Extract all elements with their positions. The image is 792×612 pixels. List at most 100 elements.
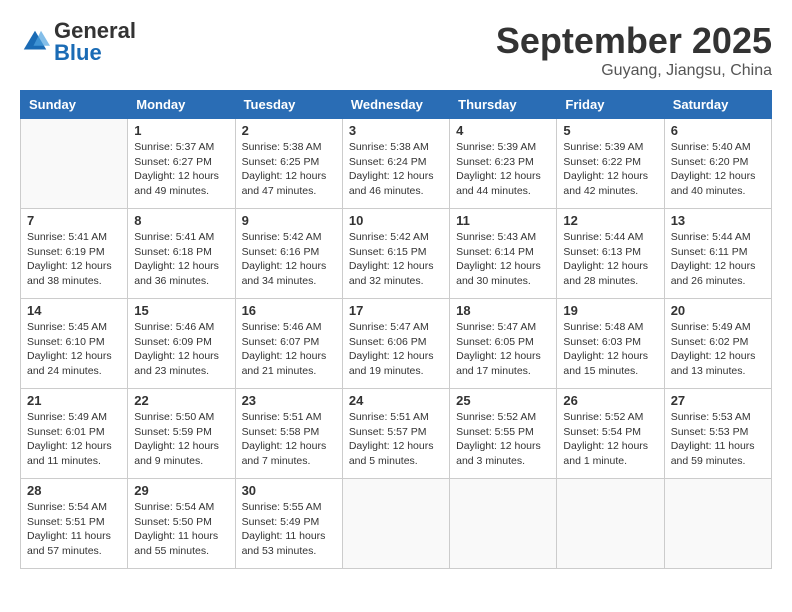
calendar-cell: 10 Sunrise: 5:42 AM Sunset: 6:15 PM Dayli…	[342, 209, 449, 299]
calendar-cell: 3 Sunrise: 5:38 AM Sunset: 6:24 PM Daylig…	[342, 119, 449, 209]
day-info: Sunrise: 5:52 AM Sunset: 5:54 PM Dayligh…	[563, 410, 657, 469]
day-number: 30	[242, 483, 336, 498]
day-header-tuesday: Tuesday	[235, 91, 342, 119]
calendar-cell: 13 Sunrise: 5:44 AM Sunset: 6:11 PM Dayli…	[664, 209, 771, 299]
day-info: Sunrise: 5:44 AM Sunset: 6:11 PM Dayligh…	[671, 230, 765, 289]
calendar-cell: 20 Sunrise: 5:49 AM Sunset: 6:02 PM Dayli…	[664, 299, 771, 389]
day-header-wednesday: Wednesday	[342, 91, 449, 119]
day-info: Sunrise: 5:41 AM Sunset: 6:19 PM Dayligh…	[27, 230, 121, 289]
day-info: Sunrise: 5:50 AM Sunset: 5:59 PM Dayligh…	[134, 410, 228, 469]
day-info: Sunrise: 5:55 AM Sunset: 5:49 PM Dayligh…	[242, 500, 336, 559]
day-info: Sunrise: 5:51 AM Sunset: 5:57 PM Dayligh…	[349, 410, 443, 469]
day-info: Sunrise: 5:46 AM Sunset: 6:09 PM Dayligh…	[134, 320, 228, 379]
day-info: Sunrise: 5:49 AM Sunset: 6:02 PM Dayligh…	[671, 320, 765, 379]
day-number: 12	[563, 213, 657, 228]
day-header-monday: Monday	[128, 91, 235, 119]
day-info: Sunrise: 5:42 AM Sunset: 6:15 PM Dayligh…	[349, 230, 443, 289]
day-header-friday: Friday	[557, 91, 664, 119]
day-info: Sunrise: 5:53 AM Sunset: 5:53 PM Dayligh…	[671, 410, 765, 469]
calendar-cell: 14 Sunrise: 5:45 AM Sunset: 6:10 PM Dayli…	[21, 299, 128, 389]
day-number: 19	[563, 303, 657, 318]
day-header-thursday: Thursday	[450, 91, 557, 119]
calendar-cell: 6Sunrise: 5:40 AM Sunset: 6:20 PM Daylig…	[664, 119, 771, 209]
day-info: Sunrise: 5:48 AM Sunset: 6:03 PM Dayligh…	[563, 320, 657, 379]
calendar-cell: 25 Sunrise: 5:52 AM Sunset: 5:55 PM Dayli…	[450, 389, 557, 479]
day-number: 9	[242, 213, 336, 228]
calendar-cell: 9 Sunrise: 5:42 AM Sunset: 6:16 PM Daylig…	[235, 209, 342, 299]
calendar-cell: 18Sunrise: 5:47 AM Sunset: 6:05 PM Dayli…	[450, 299, 557, 389]
calendar-cell: 15 Sunrise: 5:46 AM Sunset: 6:09 PM Dayli…	[128, 299, 235, 389]
calendar-cell: 27 Sunrise: 5:53 AM Sunset: 5:53 PM Dayli…	[664, 389, 771, 479]
day-number: 28	[27, 483, 121, 498]
calendar-cell: 28 Sunrise: 5:54 AM Sunset: 5:51 PM Dayli…	[21, 479, 128, 569]
day-number: 18	[456, 303, 550, 318]
calendar-cell: 24 Sunrise: 5:51 AM Sunset: 5:57 PM Dayli…	[342, 389, 449, 479]
day-number: 20	[671, 303, 765, 318]
calendar-cell: 16 Sunrise: 5:46 AM Sunset: 6:07 PM Dayli…	[235, 299, 342, 389]
day-info: Sunrise: 5:38 AM Sunset: 6:25 PM Dayligh…	[242, 140, 336, 199]
page-header: General Blue September 2025 Guyang, Jian…	[20, 20, 772, 80]
day-number: 11	[456, 213, 550, 228]
day-number: 25	[456, 393, 550, 408]
month-title: September 2025	[496, 20, 772, 62]
day-info: Sunrise: 5:46 AM Sunset: 6:07 PM Dayligh…	[242, 320, 336, 379]
logo: General Blue	[20, 20, 136, 64]
day-info: Sunrise: 5:49 AM Sunset: 6:01 PM Dayligh…	[27, 410, 121, 469]
calendar-cell	[557, 479, 664, 569]
day-number: 15	[134, 303, 228, 318]
calendar-cell: 8 Sunrise: 5:41 AM Sunset: 6:18 PM Daylig…	[128, 209, 235, 299]
day-info: Sunrise: 5:51 AM Sunset: 5:58 PM Dayligh…	[242, 410, 336, 469]
day-number: 4	[456, 123, 550, 138]
calendar-week-1: 1Sunrise: 5:37 AM Sunset: 6:27 PM Daylig…	[21, 119, 772, 209]
day-info: Sunrise: 5:40 AM Sunset: 6:20 PM Dayligh…	[671, 140, 765, 199]
calendar-cell: 26 Sunrise: 5:52 AM Sunset: 5:54 PM Dayli…	[557, 389, 664, 479]
day-info: Sunrise: 5:41 AM Sunset: 6:18 PM Dayligh…	[134, 230, 228, 289]
calendar-cell	[342, 479, 449, 569]
calendar-cell: 29Sunrise: 5:54 AM Sunset: 5:50 PM Dayli…	[128, 479, 235, 569]
calendar-week-4: 21Sunrise: 5:49 AM Sunset: 6:01 PM Dayli…	[21, 389, 772, 479]
logo-icon	[20, 27, 50, 57]
day-number: 14	[27, 303, 121, 318]
calendar-cell	[21, 119, 128, 209]
day-info: Sunrise: 5:39 AM Sunset: 6:22 PM Dayligh…	[563, 140, 657, 199]
calendar-cell: 5 Sunrise: 5:39 AM Sunset: 6:22 PM Daylig…	[557, 119, 664, 209]
calendar-cell: 12 Sunrise: 5:44 AM Sunset: 6:13 PM Dayli…	[557, 209, 664, 299]
day-number: 7	[27, 213, 121, 228]
calendar-cell	[664, 479, 771, 569]
calendar-cell: 17 Sunrise: 5:47 AM Sunset: 6:06 PM Dayli…	[342, 299, 449, 389]
day-info: Sunrise: 5:44 AM Sunset: 6:13 PM Dayligh…	[563, 230, 657, 289]
calendar-table: SundayMondayTuesdayWednesdayThursdayFrid…	[20, 90, 772, 569]
day-number: 13	[671, 213, 765, 228]
day-number: 17	[349, 303, 443, 318]
day-number: 3	[349, 123, 443, 138]
day-info: Sunrise: 5:52 AM Sunset: 5:55 PM Dayligh…	[456, 410, 550, 469]
calendar-week-5: 28 Sunrise: 5:54 AM Sunset: 5:51 PM Dayli…	[21, 479, 772, 569]
title-block: September 2025 Guyang, Jiangsu, China	[496, 20, 772, 80]
calendar-cell: 21Sunrise: 5:49 AM Sunset: 6:01 PM Dayli…	[21, 389, 128, 479]
day-info: Sunrise: 5:42 AM Sunset: 6:16 PM Dayligh…	[242, 230, 336, 289]
calendar-cell	[450, 479, 557, 569]
day-info: Sunrise: 5:39 AM Sunset: 6:23 PM Dayligh…	[456, 140, 550, 199]
calendar-cell: 1Sunrise: 5:37 AM Sunset: 6:27 PM Daylig…	[128, 119, 235, 209]
day-header-sunday: Sunday	[21, 91, 128, 119]
day-info: Sunrise: 5:38 AM Sunset: 6:24 PM Dayligh…	[349, 140, 443, 199]
logo-blue-text: Blue	[54, 40, 102, 65]
day-number: 16	[242, 303, 336, 318]
calendar-cell: 30 Sunrise: 5:55 AM Sunset: 5:49 PM Dayli…	[235, 479, 342, 569]
day-info: Sunrise: 5:54 AM Sunset: 5:51 PM Dayligh…	[27, 500, 121, 559]
day-info: Sunrise: 5:45 AM Sunset: 6:10 PM Dayligh…	[27, 320, 121, 379]
day-number: 2	[242, 123, 336, 138]
calendar-cell: 4 Sunrise: 5:39 AM Sunset: 6:23 PM Daylig…	[450, 119, 557, 209]
day-number: 5	[563, 123, 657, 138]
day-info: Sunrise: 5:43 AM Sunset: 6:14 PM Dayligh…	[456, 230, 550, 289]
calendar-header-row: SundayMondayTuesdayWednesdayThursdayFrid…	[21, 91, 772, 119]
day-number: 24	[349, 393, 443, 408]
day-number: 23	[242, 393, 336, 408]
day-number: 26	[563, 393, 657, 408]
day-number: 27	[671, 393, 765, 408]
day-info: Sunrise: 5:47 AM Sunset: 6:06 PM Dayligh…	[349, 320, 443, 379]
day-number: 8	[134, 213, 228, 228]
calendar-week-2: 7 Sunrise: 5:41 AM Sunset: 6:19 PM Daylig…	[21, 209, 772, 299]
day-number: 22	[134, 393, 228, 408]
day-number: 10	[349, 213, 443, 228]
